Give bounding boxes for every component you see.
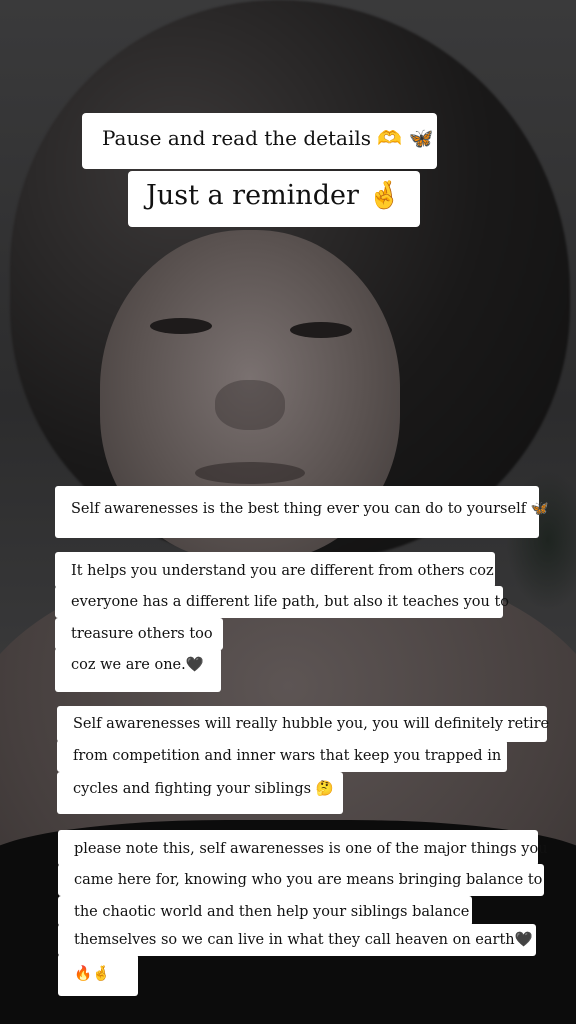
note-line: the chaotic world and then help your sib… — [58, 896, 472, 926]
note-line: treasure others too — [55, 618, 223, 650]
note-line: everyone has a different life path, but … — [55, 586, 509, 618]
note-line: from competition and inner wars that kee… — [57, 740, 507, 772]
nose — [215, 380, 285, 430]
caption-reminder: Just a reminder 🤞 — [128, 171, 420, 227]
note-line: It helps you understand you are differen… — [55, 552, 495, 588]
note-line: themselves so we can live in what they c… — [58, 924, 536, 956]
note-line: cycles and fighting your siblings 🤔 — [57, 772, 343, 814]
note-line: 🔥🤞 — [58, 954, 138, 996]
right-eye — [290, 322, 352, 338]
note-line: Self awarenesses will really hubble you,… — [57, 706, 549, 742]
note-line: Self awarenesses is the best thing ever … — [55, 486, 549, 538]
left-eye — [150, 318, 212, 334]
note-line: came here for, knowing who you are means… — [58, 864, 544, 896]
mouth — [195, 462, 305, 484]
note-line: coz we are one.🖤 — [55, 648, 221, 692]
note-line: please note this, self awarenesses is on… — [58, 830, 548, 866]
caption-pause: Pause and read the details 🫶 🦋 — [82, 113, 437, 169]
